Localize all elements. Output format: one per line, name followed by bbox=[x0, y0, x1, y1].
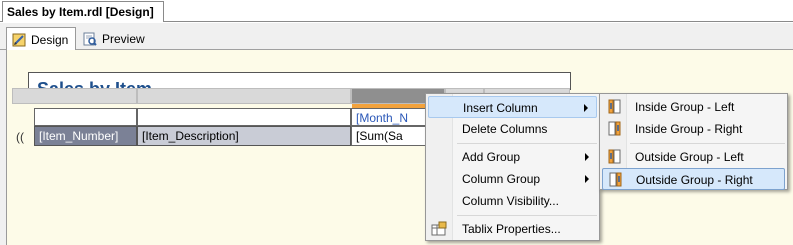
menu-item-tablix-properties[interactable]: Tablix Properties... bbox=[428, 218, 597, 240]
menu-item-insert-column[interactable]: Insert Column bbox=[428, 96, 597, 118]
submenu-separator bbox=[630, 143, 785, 144]
tablix-column-handle[interactable] bbox=[12, 88, 137, 104]
insert-column-submenu: Inside Group - Left Inside Group - Right… bbox=[599, 93, 788, 190]
menu-item-label: Delete Columns bbox=[462, 122, 548, 136]
item-description-field: [Item_Description] bbox=[142, 129, 239, 143]
header-cell[interactable] bbox=[34, 108, 137, 126]
context-menu: Insert Column Delete Columns Add Group C… bbox=[425, 93, 600, 241]
menu-item-label: Tablix Properties... bbox=[462, 222, 561, 236]
submenu-arrow-icon bbox=[585, 175, 589, 183]
menu-item-label: Add Group bbox=[462, 150, 521, 164]
sum-sales-field: [Sum(Sa bbox=[356, 129, 403, 143]
header-cell[interactable] bbox=[137, 108, 351, 126]
submenu-item-inside-group-right[interactable]: Inside Group - Right bbox=[602, 118, 785, 140]
submenu-item-label: Outside Group - Left bbox=[635, 150, 744, 164]
insert-column-left-icon bbox=[608, 149, 622, 164]
tablix-column-handle[interactable] bbox=[137, 88, 351, 104]
item-number-cell[interactable]: [Item_Number] bbox=[34, 126, 137, 146]
menu-item-label: Column Group bbox=[462, 172, 541, 186]
menu-separator bbox=[457, 143, 597, 144]
submenu-arrow-icon bbox=[585, 153, 589, 161]
submenu-item-label: Inside Group - Right bbox=[635, 122, 743, 136]
document-tab-title: Sales by Item.rdl [Design] bbox=[7, 5, 154, 19]
insert-column-left-icon bbox=[608, 99, 622, 114]
menu-item-column-visibility[interactable]: Column Visibility... bbox=[428, 190, 597, 212]
tab-design[interactable]: Design bbox=[6, 27, 76, 51]
item-description-cell[interactable]: [Item_Description] bbox=[137, 126, 351, 146]
insert-column-right-icon bbox=[609, 172, 623, 187]
submenu-item-label: Outside Group - Right bbox=[636, 173, 753, 187]
row-handle-glyph: (( bbox=[16, 130, 24, 144]
document-tab[interactable]: Sales by Item.rdl [Design] bbox=[2, 1, 164, 22]
month-group-header-text: [Month_N bbox=[356, 111, 409, 125]
insert-column-right-icon bbox=[608, 121, 622, 136]
submenu-item-outside-group-right[interactable]: Outside Group - Right bbox=[602, 168, 785, 190]
menu-item-add-group[interactable]: Add Group bbox=[428, 146, 597, 168]
submenu-item-inside-group-left[interactable]: Inside Group - Left bbox=[602, 96, 785, 118]
tablix-properties-icon bbox=[431, 221, 447, 237]
item-number-field: [Item_Number] bbox=[39, 129, 119, 143]
submenu-item-label: Inside Group - Left bbox=[635, 100, 735, 114]
design-icon bbox=[12, 33, 26, 47]
submenu-arrow-icon bbox=[584, 104, 588, 112]
menu-separator bbox=[457, 215, 597, 216]
tab-preview-label: Preview bbox=[102, 32, 145, 46]
menu-item-label: Insert Column bbox=[463, 101, 538, 115]
tab-preview[interactable]: Preview bbox=[78, 27, 150, 50]
document-tabbar: Sales by Item.rdl [Design] bbox=[0, 0, 793, 22]
menu-item-column-group[interactable]: Column Group bbox=[428, 168, 597, 190]
view-tabs: Design Preview bbox=[0, 23, 793, 51]
submenu-item-outside-group-left[interactable]: Outside Group - Left bbox=[602, 146, 785, 168]
menu-item-label: Column Visibility... bbox=[462, 194, 559, 208]
row-handle[interactable]: (( bbox=[12, 128, 30, 146]
menu-item-delete-columns[interactable]: Delete Columns bbox=[428, 118, 597, 140]
preview-icon bbox=[83, 32, 97, 46]
tab-design-label: Design bbox=[31, 33, 69, 47]
